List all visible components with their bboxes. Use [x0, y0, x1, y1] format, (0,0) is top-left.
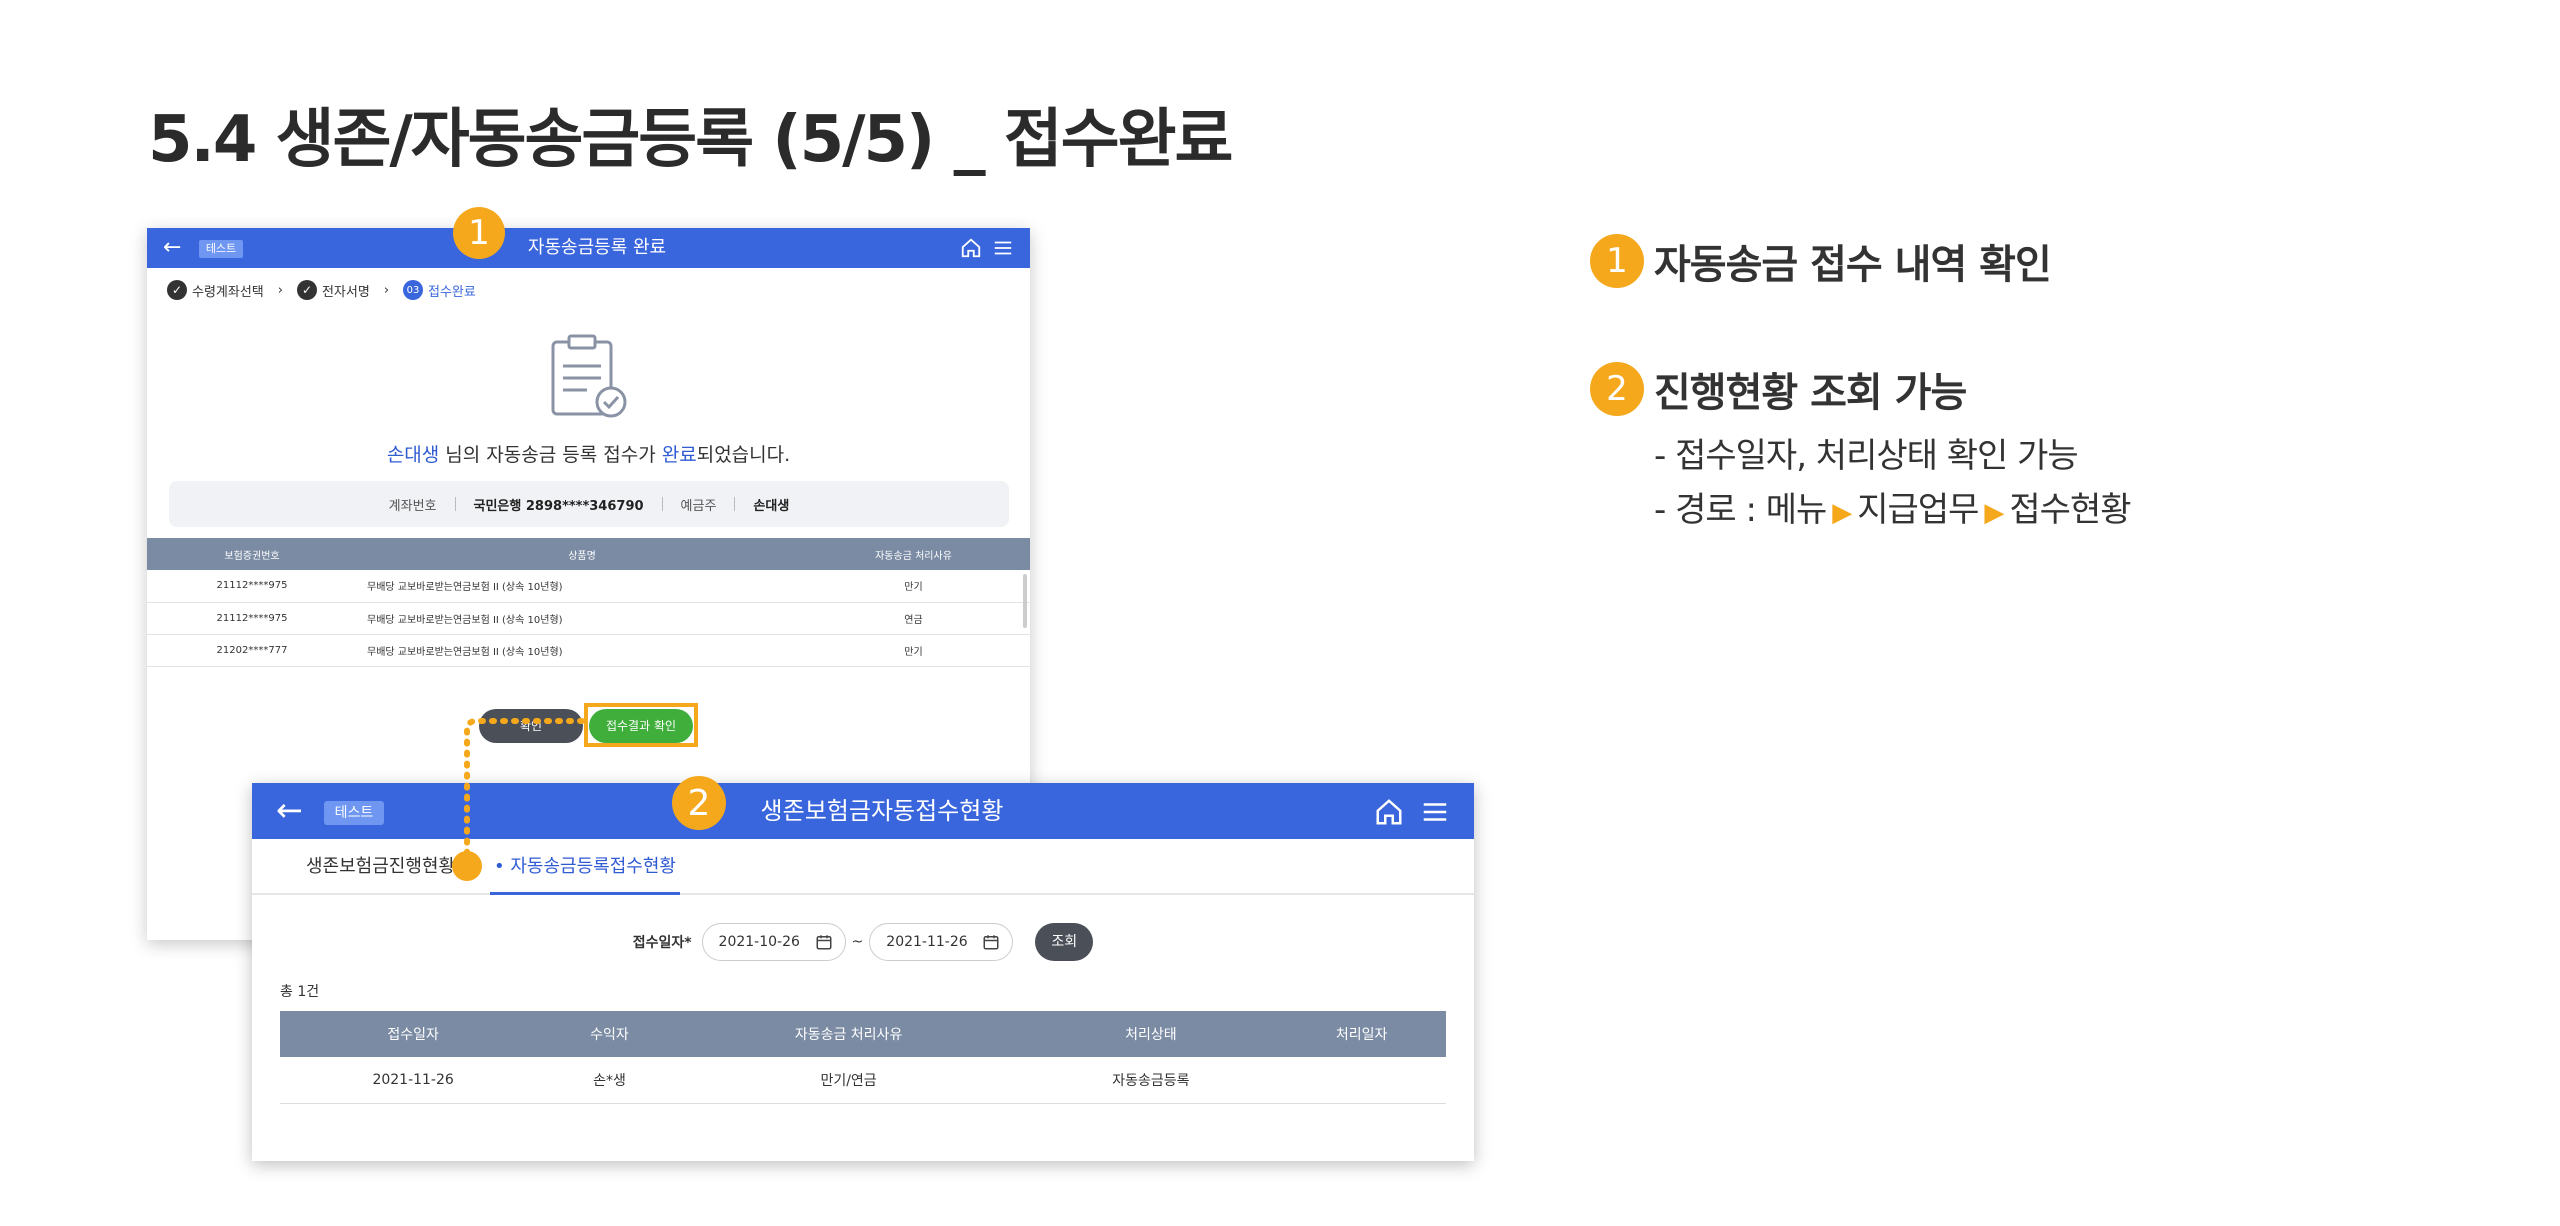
path-text: 지급업무 — [1857, 490, 1979, 530]
connector-end-dot — [452, 851, 482, 881]
connector-line — [464, 718, 585, 869]
path-text: 접수현황 — [2009, 490, 2131, 530]
note-number: 1 — [1590, 234, 1644, 288]
marker-2: 2 — [672, 776, 726, 830]
note-detail: - 접수일자, 처리상태 확인 가능 — [1654, 436, 2079, 476]
note-number: 2 — [1590, 362, 1644, 416]
note-path: - 경로 : 메뉴 ▶ 지급업무 ▶ 접수현황 — [1654, 482, 2132, 531]
note-text: 진행현황 조회 가능 — [1654, 370, 1967, 416]
note-2: 2 진행현황 조회 가능 — [1590, 360, 1967, 418]
note-text: 자동송금 접수 내역 확인 — [1654, 242, 2052, 288]
path-text: - 경로 : 메뉴 — [1654, 490, 1827, 530]
note-1: 1 자동송금 접수 내역 확인 — [1590, 232, 2052, 290]
triangle-right-icon: ▶ — [1984, 498, 2004, 528]
marker-1: 1 — [453, 207, 505, 259]
triangle-right-icon: ▶ — [1832, 498, 1852, 528]
